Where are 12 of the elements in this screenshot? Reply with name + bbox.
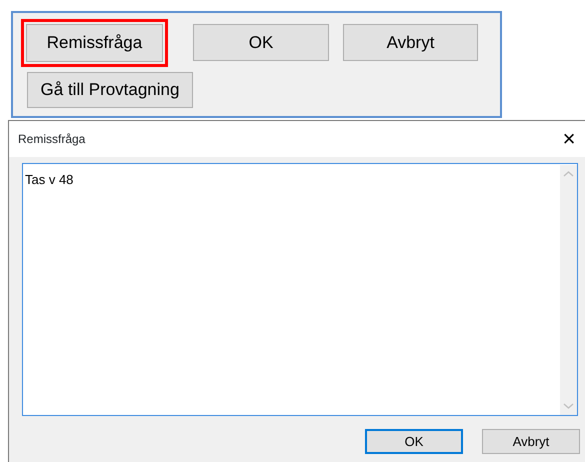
dialog-button[interactable]: Avbryt	[482, 429, 580, 454]
scroll-up-icon[interactable]	[563, 170, 574, 178]
panel-button[interactable]: Avbryt	[343, 24, 478, 61]
panel-button[interactable]: Gå till Provtagning	[27, 72, 193, 108]
panel-button[interactable]: Remissfråga	[26, 24, 163, 62]
panel-button[interactable]: OK	[193, 24, 329, 61]
scrollbar[interactable]	[560, 165, 577, 415]
scroll-down-icon[interactable]	[563, 402, 574, 410]
window-title: Remissfråga	[18, 131, 86, 148]
close-button[interactable]: ×	[557, 128, 585, 150]
dialog-button[interactable]: OK	[365, 429, 463, 454]
text-area[interactable]: Tas v 48	[22, 163, 578, 416]
